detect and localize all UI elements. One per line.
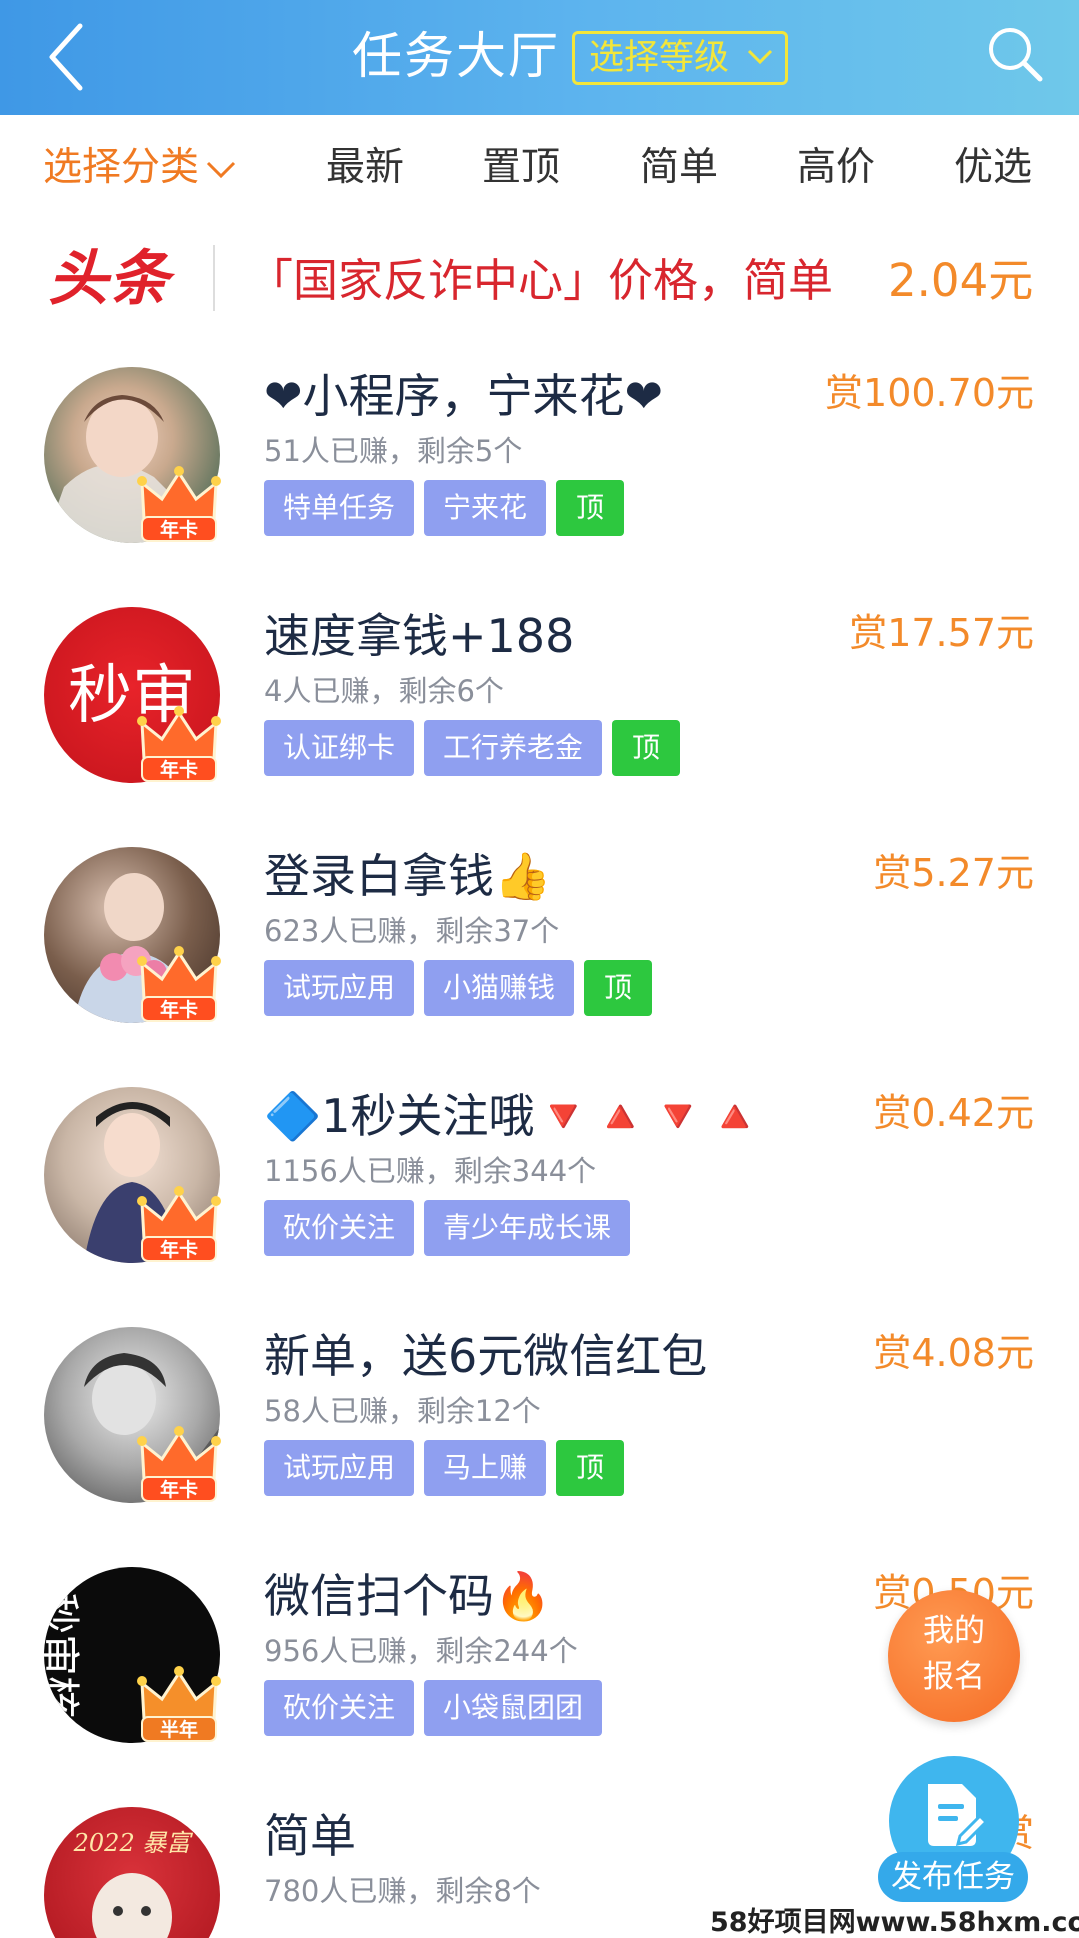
task-tags: 砍价关注 小袋鼠团团 <box>264 1680 603 1736</box>
back-arrow-icon[interactable] <box>44 14 88 100</box>
task-reward: 赏100.70元 <box>825 371 1034 415</box>
my-signups-label-2: 报名 <box>923 1659 985 1695</box>
my-signups-button[interactable]: 我的 报名 <box>888 1590 1020 1722</box>
task-item[interactable]: 年卡 新单，送6元微信红包 58人已赚，剩余12个 赏4.08元 试玩应用 马上… <box>0 1305 1079 1545</box>
crown-badge-icon: 年卡 <box>137 1186 221 1262</box>
publish-task-label: 发布任务 <box>878 1852 1028 1902</box>
tab-simple[interactable]: 简单 <box>640 143 718 193</box>
task-stats: 780人已赚，剩余8个 <box>264 1874 541 1908</box>
my-signups-label-1: 我的 <box>923 1613 985 1649</box>
svg-text:年卡: 年卡 <box>160 1238 198 1261</box>
task-title: 🔷1秒关注哦🔻🔺🔻🔺 <box>264 1089 764 1143</box>
tab-featured[interactable]: 优选 <box>954 143 1032 193</box>
task-tag: 认证绑卡 <box>264 720 415 776</box>
avatar: 年卡 <box>44 1327 221 1503</box>
task-item[interactable]: 年卡 登录白拿钱👍 623人已赚，剩余37个 赏5.27元 试玩应用 小猫赚钱 … <box>0 825 1079 1065</box>
pinned-tag: 顶 <box>556 480 625 536</box>
svg-text:秒审核: 秒审核 <box>44 1592 83 1718</box>
task-title: 简单 <box>264 1809 356 1863</box>
task-tags: 试玩应用 小猫赚钱 顶 <box>264 960 653 1016</box>
publish-task-button[interactable]: 发布任务 <box>878 1750 1028 1925</box>
task-reward: 赏0.42元 <box>873 1091 1034 1135</box>
avatar: 2022 暴富 <box>44 1807 220 1938</box>
task-tag: 宁来花 <box>424 480 547 536</box>
task-stats: 623人已赚，剩余37个 <box>264 914 560 948</box>
task-stats: 4人已赚，剩余6个 <box>264 674 504 708</box>
task-tag: 工行养老金 <box>424 720 603 776</box>
search-icon[interactable] <box>985 24 1045 84</box>
select-level-button[interactable]: 选择等级 <box>572 31 788 85</box>
task-item[interactable]: 秒审 年卡 速度拿钱+188 4人已赚，剩余6个 赏17.57元 认证绑卡 工行… <box>0 585 1079 825</box>
task-title: 登录白拿钱👍 <box>264 849 552 903</box>
task-title: 微信扫个码🔥 <box>264 1569 552 1623</box>
task-item[interactable]: 年卡 ❤小程序，宁来花❤ 51人已赚，剩余5个 赏100.70元 特单任务 宁来… <box>0 345 1079 585</box>
avatar: 年卡 <box>44 847 221 1023</box>
avatar: 年卡 <box>44 367 221 543</box>
task-stats: 1156人已赚，剩余344个 <box>264 1154 597 1188</box>
chevron-down-icon <box>206 161 236 178</box>
task-tag: 试玩应用 <box>264 1440 415 1496</box>
svg-text:半年: 半年 <box>160 1718 198 1741</box>
svg-text:年卡: 年卡 <box>160 758 198 781</box>
headline-text: 「国家反诈中心」价格，简单 <box>248 254 834 307</box>
task-tags: 特单任务 宁来花 顶 <box>264 480 625 536</box>
task-tags: 砍价关注 青少年成长课 <box>264 1200 631 1256</box>
pinned-tag: 顶 <box>584 960 653 1016</box>
pinned-tag: 顶 <box>612 720 681 776</box>
avatar-photo: 2022 暴富 <box>73 1829 194 1938</box>
task-reward: 赏17.57元 <box>849 611 1034 655</box>
select-level-label: 选择等级 <box>589 38 730 78</box>
page-title: 任务大厅 <box>352 27 560 85</box>
task-tag: 小猫赚钱 <box>424 960 575 1016</box>
crown-badge-icon: 年卡 <box>137 1426 221 1502</box>
select-category-label: 选择分类 <box>43 145 200 190</box>
task-stats: 58人已赚，剩余12个 <box>264 1394 541 1428</box>
category-bar: 选择分类 最新 置顶 简单 高价 优选 <box>0 115 1079 221</box>
avatar: 年卡 <box>44 1087 221 1263</box>
task-tags: 试玩应用 马上赚 顶 <box>264 1440 625 1496</box>
crown-badge-icon: 年卡 <box>137 706 221 782</box>
task-title: 速度拿钱+188 <box>264 609 575 663</box>
svg-text:2022 暴富: 2022 暴富 <box>73 1829 194 1857</box>
task-tag: 马上赚 <box>424 1440 547 1496</box>
task-tag: 砍价关注 <box>264 1680 415 1736</box>
task-tag: 小袋鼠团团 <box>424 1680 603 1736</box>
app-header: 任务大厅 选择等级 <box>0 0 1079 115</box>
edit-document-icon <box>928 1784 986 1847</box>
divider <box>213 245 215 311</box>
chevron-down-icon <box>747 49 773 65</box>
crown-badge-icon: 年卡 <box>137 946 221 1022</box>
svg-text:年卡: 年卡 <box>160 518 198 541</box>
headline-price: 2.04元 <box>888 254 1034 307</box>
watermark: 58好项目网www.58hxm.com <box>710 1907 1079 1938</box>
tab-high-price[interactable]: 高价 <box>797 143 875 193</box>
task-tag: 青少年成长课 <box>424 1200 631 1256</box>
task-title: ❤小程序，宁来花❤ <box>264 369 664 423</box>
task-tag: 特单任务 <box>264 480 415 536</box>
headline-logo: 头条 <box>48 244 170 314</box>
task-stats: 956人已赚，剩余244个 <box>264 1634 578 1668</box>
task-title: 新单，送6元微信红包 <box>264 1329 708 1383</box>
crown-badge-icon: 年卡 <box>137 466 221 542</box>
svg-text:年卡: 年卡 <box>160 998 198 1021</box>
task-tag: 砍价关注 <box>264 1200 415 1256</box>
task-stats: 51人已赚，剩余5个 <box>264 434 523 468</box>
headline-banner[interactable]: 头条 「国家反诈中心」价格，简单 2.04元 <box>0 221 1079 341</box>
task-item[interactable]: 年卡 🔷1秒关注哦🔻🔺🔻🔺 1156人已赚，剩余344个 赏0.42元 砍价关注… <box>0 1065 1079 1305</box>
avatar: 秒审核 半年 <box>44 1567 221 1743</box>
select-category-dropdown[interactable]: 选择分类 <box>43 143 237 193</box>
task-reward: 赏5.27元 <box>873 851 1034 895</box>
crown-badge-icon: 半年 <box>137 1666 221 1742</box>
avatar: 秒审 年卡 <box>44 607 221 783</box>
pinned-tag: 顶 <box>556 1440 625 1496</box>
svg-text:年卡: 年卡 <box>160 1478 198 1501</box>
tab-latest[interactable]: 最新 <box>326 143 404 193</box>
tab-pinned[interactable]: 置顶 <box>482 143 560 193</box>
task-tags: 认证绑卡 工行养老金 顶 <box>264 720 681 776</box>
task-tag: 试玩应用 <box>264 960 415 1016</box>
task-reward: 赏4.08元 <box>873 1331 1034 1375</box>
